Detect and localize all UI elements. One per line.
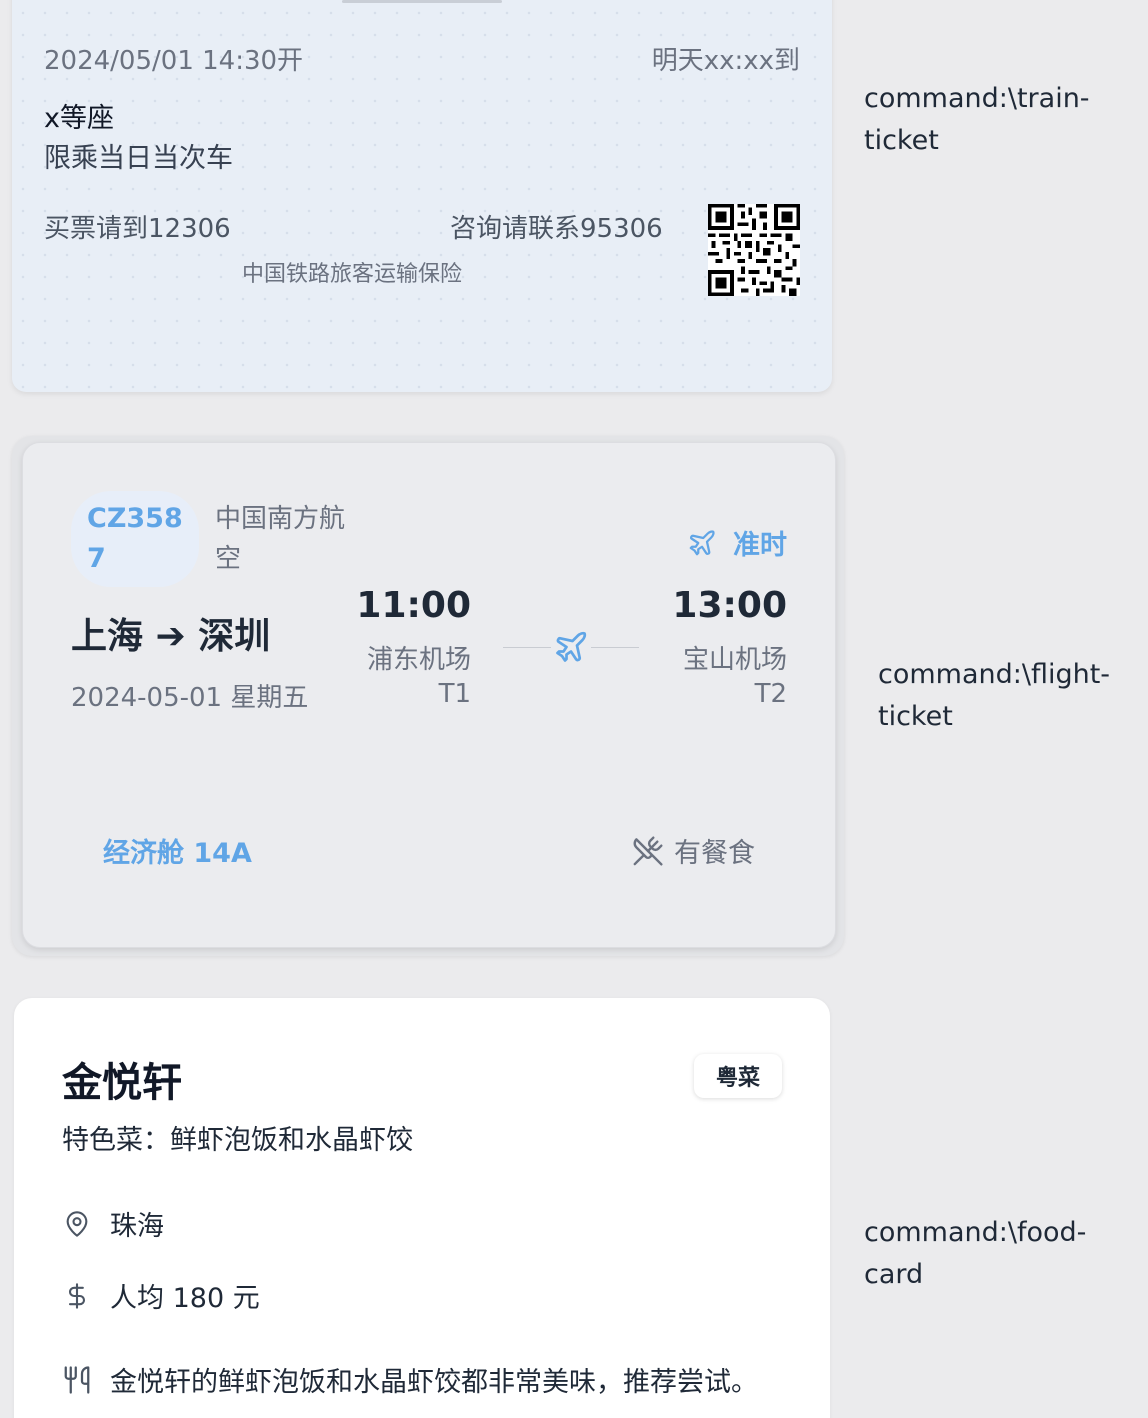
meal-info: 有餐食 — [632, 831, 755, 870]
train-ticket-command: command:\train-ticket — [864, 83, 1090, 156]
departure-terminal: T1 — [438, 679, 471, 709]
insurance-note: 中国铁路旅客运输保险 — [242, 262, 463, 287]
plane-icon — [689, 529, 715, 555]
review-text: 金悦轩的鲜虾泡饭和水晶虾饺都非常美味，推荐尝试。 — [110, 1367, 758, 1398]
route-line-right — [591, 647, 639, 648]
departure-time: 11:00 — [356, 585, 471, 626]
restaurant-name: 金悦轩 — [62, 1060, 182, 1106]
utensils-crossed-icon — [633, 835, 663, 866]
flight-ticket-card: CZ3587 中国南方航空 准时 上海 ➔ 深圳 2024-05-01 星期五 … — [22, 442, 836, 948]
status-label: 准时 — [733, 530, 787, 561]
food-card: 金悦轩 粤菜 特色菜：鲜虾泡饭和水晶虾饺 珠海 人均 180 元 金悦轩的鲜虾泡… — [14, 998, 830, 1418]
location-row: 珠海 — [62, 1204, 164, 1243]
arrival-terminal: T2 — [754, 679, 787, 709]
seat-class: x等座 — [44, 103, 114, 134]
arrival-time: 明天xx:xx到 — [651, 46, 800, 76]
route-line-left — [503, 647, 551, 648]
train-ticket-card: 2024/05/01 14:30开 明天xx:xx到 x等座 限乘当日当次车 买… — [12, 0, 832, 392]
map-pin-icon — [66, 1210, 88, 1237]
contact-info: 咨询请联系95306 — [450, 214, 663, 244]
dollar-icon — [68, 1282, 86, 1309]
airline-name: 中国南方航空 — [215, 504, 346, 574]
flight-ticket-command: command:\flight-ticket — [878, 659, 1111, 732]
departure-airport: 浦东机场 — [366, 645, 471, 675]
cuisine-tag: 粤菜 — [693, 1054, 782, 1098]
purchase-info: 买票请到12306 — [44, 214, 231, 244]
flight-number-badge: CZ3587 — [71, 491, 199, 587]
flight-date: 2024-05-01 星期五 — [71, 683, 309, 713]
arrival-airport: 宝山机场 — [682, 645, 787, 675]
price-text: 人均 180 元 — [110, 1283, 260, 1314]
review-row: 金悦轩的鲜虾泡饭和水晶虾饺都非常美味，推荐尝试。 — [62, 1360, 758, 1399]
meal-label: 有餐食 — [674, 838, 755, 869]
arrival-time: 13:00 — [672, 585, 787, 626]
card-top-divider — [342, 0, 502, 3]
flight-status: 准时 — [687, 523, 787, 562]
food-card-command: command:\food-card — [864, 1217, 1087, 1290]
ride-limit-note: 限乘当日当次车 — [44, 143, 233, 174]
route: 上海 ➔ 深圳 — [71, 616, 271, 657]
departure-datetime: 2024/05/01 14:30开 — [44, 46, 304, 76]
plane-icon — [556, 631, 587, 662]
specialty-dishes: 特色菜：鲜虾泡饭和水晶虾饺 — [62, 1125, 413, 1156]
qr-code-icon — [708, 204, 800, 296]
utensils-icon — [64, 1365, 90, 1394]
price-row: 人均 180 元 — [62, 1276, 260, 1315]
location-text: 珠海 — [110, 1211, 164, 1242]
cabin-seat: 经济舱 14A — [103, 838, 252, 869]
